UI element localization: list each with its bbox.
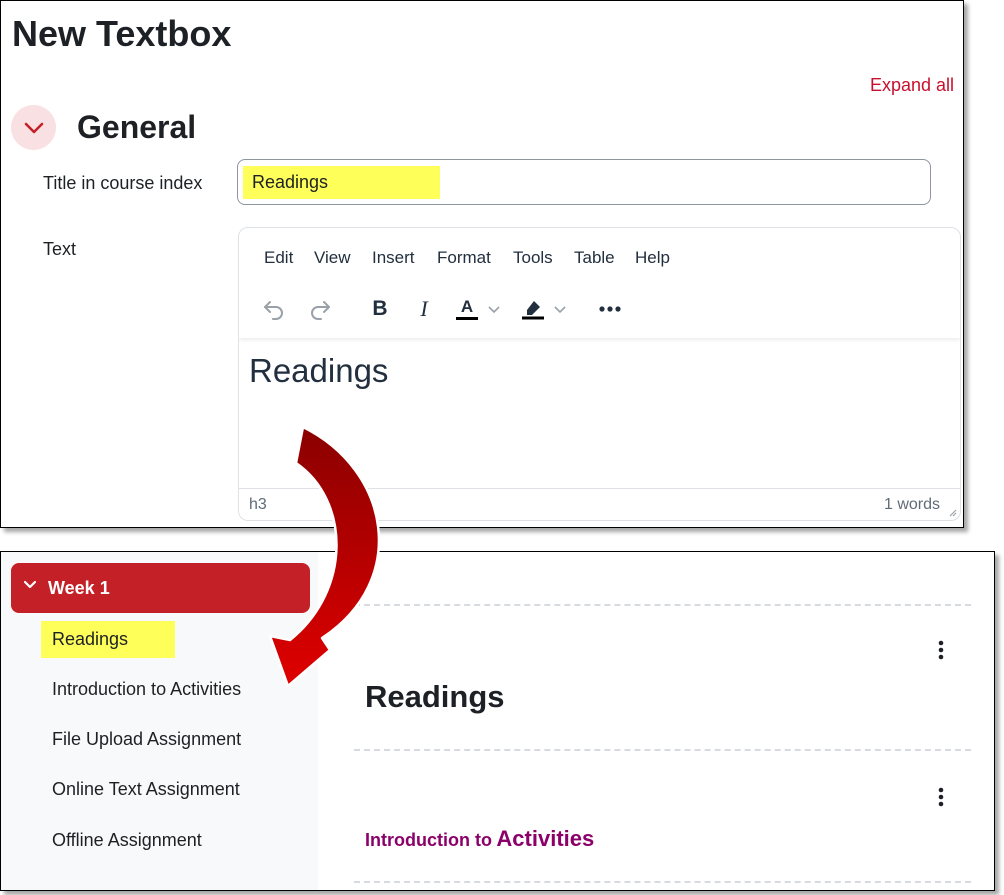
redo-icon [311,301,330,320]
rich-text-editor[interactable]: Edit View Insert Format Tools Table Help [238,227,961,521]
menu-table[interactable]: Table [574,248,615,268]
kebab-menu-icon[interactable] [931,786,951,810]
activity-link-part-2: Activities [496,826,595,851]
menu-edit[interactable]: Edit [264,248,293,268]
resize-handle-icon[interactable] [947,507,957,517]
expand-all-link[interactable]: Expand all [870,75,954,96]
undo-button[interactable] [257,292,291,326]
textbox-heading: Readings [365,679,505,714]
italic-icon: I [420,296,428,321]
divider [354,604,971,606]
element-path[interactable]: h3 [249,496,267,514]
menu-tools[interactable]: Tools [513,248,553,268]
highlight-color-button[interactable] [515,292,573,326]
course-index-week-1[interactable]: Week 1 [11,563,310,613]
course-index-item-offline[interactable]: Offline Assignment [52,830,202,851]
course-index-item-readings[interactable]: Readings [52,629,128,650]
divider [354,881,971,883]
activity-link[interactable]: Introduction to Activities [365,826,594,852]
menu-insert[interactable]: Insert [372,248,415,268]
more-icon [599,306,621,312]
undo-icon [264,301,283,320]
chevron-down-icon [23,580,37,589]
activity-link-part-1: Introduction to [365,830,492,850]
title-field[interactable] [237,159,931,205]
course-index-item-online-text[interactable]: Online Text Assignment [52,779,240,800]
course-page-panel: Week 1 Readings Introduction to Activiti… [0,551,995,891]
divider [354,749,971,751]
bold-button[interactable]: B [363,292,397,326]
editor-content-heading[interactable]: Readings [249,352,388,390]
course-index-item-introduction[interactable]: Introduction to Activities [52,679,241,700]
text-color-button[interactable]: A [449,292,507,326]
edit-textbox-panel: New Textbox Expand all General Title in … [0,0,964,528]
redo-button[interactable] [303,292,337,326]
menu-view[interactable]: View [314,248,351,268]
more-button[interactable] [593,292,627,326]
text-color-icon: A [455,298,479,320]
menu-help[interactable]: Help [635,248,670,268]
word-count: 1 words [883,496,940,513]
italic-button[interactable]: I [407,292,441,326]
title-input[interactable] [252,166,912,199]
menu-format[interactable]: Format [437,248,491,268]
course-index-item-file-upload[interactable]: File Upload Assignment [52,729,241,750]
course-index: Week 1 Readings Introduction to Activiti… [1,552,318,890]
title-field-label: Title in course index [43,173,203,193]
text-field-label: Text [43,239,77,259]
page-title: New Textbox [12,13,232,54]
bold-icon: B [372,297,388,320]
chevron-down-icon [554,306,566,314]
highlight-color-icon [522,301,544,320]
editor-statusbar: h3 1 words [239,488,960,520]
week-label: Week 1 [48,578,110,598]
section-title: General [77,109,197,145]
kebab-menu-icon[interactable] [931,639,951,663]
editor-menubar: Edit View Insert Format Tools Table Help [239,228,960,338]
chevron-down-icon [488,306,500,314]
collapse-general-button[interactable] [11,105,56,150]
chevron-down-icon [24,122,43,133]
